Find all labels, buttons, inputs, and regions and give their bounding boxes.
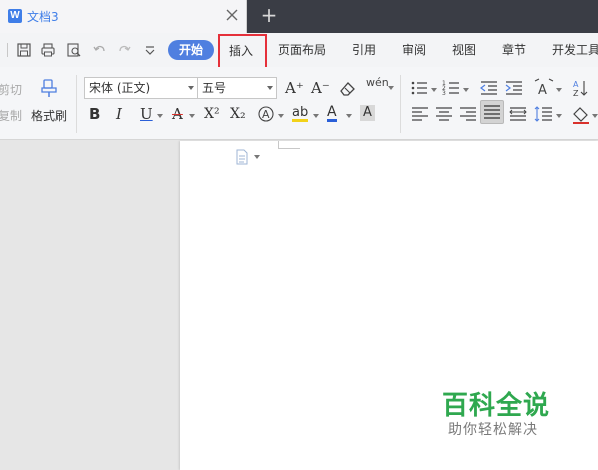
align-left-icon[interactable]: [409, 103, 431, 125]
document-tab-title: 文档3: [27, 10, 59, 24]
text-effect-icon[interactable]: A: [255, 103, 277, 125]
tab-sections[interactable]: 章节: [502, 41, 526, 58]
undo-icon[interactable]: [92, 42, 108, 58]
format-painter-icon[interactable]: [38, 77, 60, 99]
line-spacing-icon[interactable]: [533, 103, 555, 125]
bold-button[interactable]: B: [89, 103, 100, 125]
cut-button[interactable]: 剪切: [0, 81, 22, 98]
chevron-down-icon: [278, 114, 284, 118]
tab-start[interactable]: 开始: [168, 40, 214, 60]
tab-references[interactable]: 引用: [352, 41, 376, 58]
print-icon[interactable]: [40, 42, 56, 58]
subscript-button[interactable]: X₂: [230, 103, 246, 125]
writer-doc-icon: W: [8, 9, 22, 23]
clear-format-icon[interactable]: [336, 77, 358, 99]
chevron-down-icon: [254, 155, 260, 159]
decrease-indent-icon[interactable]: [478, 77, 500, 99]
text-direction-icon[interactable]: A: [533, 77, 555, 99]
svg-text:A: A: [573, 80, 579, 89]
font-name-value: 宋体 (正文): [89, 81, 151, 95]
chevron-down-icon: [463, 88, 469, 92]
chevron-down-icon: [431, 88, 437, 92]
strikethrough-button[interactable]: A: [172, 103, 183, 125]
sort-icon[interactable]: AZ: [570, 77, 592, 99]
svg-text:A: A: [538, 83, 547, 98]
svg-text:3: 3: [442, 90, 446, 97]
numbered-list-icon[interactable]: 123: [441, 77, 463, 99]
print-preview-icon[interactable]: [66, 42, 82, 58]
justify-icon[interactable]: [481, 101, 503, 123]
copy-button[interactable]: 复制: [0, 107, 22, 124]
watermark-subtitle: 助你轻松解决: [448, 422, 538, 438]
watermark-title: 百科全说: [442, 391, 551, 421]
tab-page-layout[interactable]: 页面布局: [278, 41, 326, 58]
chevron-down-icon: [313, 114, 319, 118]
format-painter-label[interactable]: 格式刷: [31, 107, 67, 124]
chevron-down-icon: [346, 114, 352, 118]
tab-view[interactable]: 视图: [452, 41, 476, 58]
redo-icon[interactable]: [116, 42, 132, 58]
tab-review[interactable]: 审阅: [402, 41, 426, 58]
increase-indent-icon[interactable]: [503, 77, 525, 99]
tab-developer[interactable]: 开发工具: [552, 41, 598, 58]
shading-fill-icon[interactable]: [570, 103, 592, 125]
menu-bar: 开始 插入 页面布局 引用 审阅 视图 章节 开发工具: [0, 33, 598, 70]
distributed-align-icon[interactable]: [507, 103, 529, 125]
document-tab[interactable]: W 文档3: [0, 0, 247, 33]
customize-toolbar-icon[interactable]: [142, 42, 158, 58]
chevron-down-icon: [556, 114, 562, 118]
close-tab-icon[interactable]: [224, 7, 240, 23]
chevron-down-icon: [188, 86, 194, 90]
menu-separator: [7, 43, 8, 57]
page-margin-marker: [278, 141, 300, 149]
chevron-down-icon: [592, 114, 598, 118]
chevron-down-icon: [267, 86, 273, 90]
tab-insert[interactable]: 插入: [229, 42, 253, 59]
align-center-icon[interactable]: [433, 103, 455, 125]
chevron-down-icon: [556, 88, 562, 92]
align-right-icon[interactable]: [457, 103, 479, 125]
chevron-down-icon: [189, 114, 195, 118]
new-tab-button[interactable]: +: [259, 5, 279, 26]
font-size-select[interactable]: 五号: [197, 77, 277, 99]
grow-font-button[interactable]: A⁺: [285, 77, 304, 99]
shrink-font-button[interactable]: A⁻: [311, 77, 330, 99]
svg-text:A: A: [262, 108, 270, 121]
superscript-button[interactable]: X²: [204, 103, 220, 125]
ribbon-separator: [400, 75, 401, 133]
pinyin-guide-button[interactable]: wén: [366, 76, 389, 89]
ribbon: 剪切 复制 格式刷 宋体 (正文) 五号 A⁺ A⁻ wén B I U A X…: [0, 67, 598, 140]
svg-text:Z: Z: [573, 89, 579, 98]
title-bar: W 文档3 +: [0, 0, 598, 33]
chevron-down-icon: [388, 86, 394, 90]
ribbon-separator: [76, 75, 77, 133]
char-shading-button[interactable]: A: [360, 105, 375, 121]
paragraph-layout-icon[interactable]: [235, 149, 249, 165]
save-icon[interactable]: [16, 42, 32, 58]
chevron-down-icon: [157, 114, 163, 118]
font-name-select[interactable]: 宋体 (正文): [84, 77, 198, 99]
font-color-button[interactable]: A: [327, 105, 337, 122]
highlight-button[interactable]: ab: [292, 106, 309, 122]
underline-button[interactable]: U: [140, 103, 153, 125]
font-size-value: 五号: [202, 81, 227, 95]
bullet-list-icon[interactable]: [409, 77, 431, 99]
italic-button[interactable]: I: [116, 103, 122, 125]
